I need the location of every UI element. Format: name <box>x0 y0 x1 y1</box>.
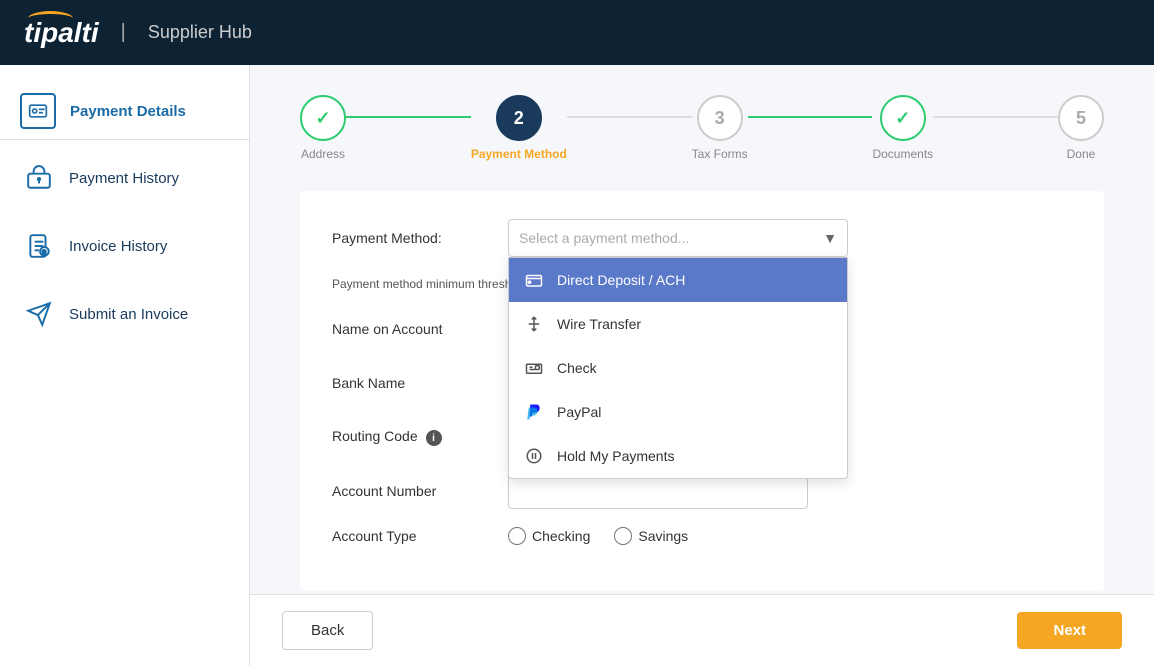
dropdown-placeholder: Select a payment method... <box>519 230 689 246</box>
header: tipalti | Supplier Hub <box>0 0 1154 65</box>
step-label-tax: Tax Forms <box>692 147 748 161</box>
back-button[interactable]: Back <box>282 611 373 650</box>
account-type-row: Account Type Checking Savings <box>332 527 1072 545</box>
step-line-2 <box>567 116 692 118</box>
hold-payments-icon <box>523 445 545 467</box>
main-content: Address 2 Payment Method 3 Tax Forms <box>250 65 1154 666</box>
logo-area: tipalti | Supplier Hub <box>24 17 252 49</box>
payment-details-icon <box>20 93 56 129</box>
check-payment-icon <box>523 357 545 379</box>
submit-invoice-icon <box>23 298 55 330</box>
check-icon-address <box>315 108 330 129</box>
main-layout: Payment Details Payment History <box>0 65 1154 666</box>
check-label: Check <box>557 360 597 376</box>
direct-deposit-label: Direct Deposit / ACH <box>557 272 685 288</box>
direct-deposit-icon <box>523 269 545 291</box>
paypal-icon <box>523 401 545 423</box>
savings-radio[interactable] <box>614 527 632 545</box>
dropdown-option-hold[interactable]: Hold My Payments <box>509 434 847 478</box>
check-icon-docs <box>895 108 910 129</box>
step-number-done: 5 <box>1076 108 1086 129</box>
dropdown-chevron-icon: ▼ <box>823 230 837 246</box>
savings-radio-label[interactable]: Savings <box>614 527 688 545</box>
next-button[interactable]: Next <box>1017 612 1122 649</box>
checking-radio-label[interactable]: Checking <box>508 527 590 545</box>
submit-invoice-label: Submit an Invoice <box>69 306 188 323</box>
bank-name-label: Bank Name <box>332 375 492 391</box>
header-subtitle: Supplier Hub <box>148 22 252 43</box>
dropdown-option-check[interactable]: Check <box>509 346 847 390</box>
sidebar-item-submit-invoice[interactable]: Submit an Invoice <box>0 280 249 348</box>
payment-method-label: Payment Method: <box>332 230 492 246</box>
checking-label: Checking <box>532 528 590 544</box>
sidebar-payment-details[interactable]: Payment Details <box>0 75 249 140</box>
sidebar-item-invoice-history[interactable]: $ Invoice History <box>0 212 249 280</box>
stepper: Address 2 Payment Method 3 Tax Forms <box>300 95 1104 161</box>
step-address: Address <box>300 95 346 161</box>
account-type-label: Account Type <box>332 528 492 544</box>
routing-code-info-icon[interactable]: i <box>426 430 442 446</box>
bottom-bar: Back Next <box>250 594 1154 666</box>
step-circle-tax: 3 <box>697 95 743 141</box>
name-on-account-label: Name on Account <box>332 321 492 337</box>
dropdown-menu: Direct Deposit / ACH <box>508 257 848 479</box>
step-label-address: Address <box>301 147 345 161</box>
logo-icon: tipalti <box>24 17 99 49</box>
wire-transfer-icon <box>523 313 545 335</box>
step-tax-forms: 3 Tax Forms <box>692 95 748 161</box>
dropdown-option-paypal[interactable]: PayPal <box>509 390 847 434</box>
payment-method-row: Payment Method: Select a payment method.… <box>332 219 1072 257</box>
payment-method-dropdown[interactable]: Select a payment method... ▼ <box>508 219 848 257</box>
dropdown-option-wire-transfer[interactable]: Wire Transfer <box>509 302 847 346</box>
form-section: Payment Method: Select a payment method.… <box>300 191 1104 591</box>
step-label-docs: Documents <box>872 147 933 161</box>
step-label-payment: Payment Method <box>471 147 567 161</box>
step-line-3 <box>748 116 873 118</box>
step-line-4 <box>933 116 1058 118</box>
payment-history-icon <box>23 162 55 194</box>
header-divider: | <box>121 21 126 44</box>
invoice-history-label: Invoice History <box>69 238 167 255</box>
step-payment-method: 2 Payment Method <box>471 95 567 161</box>
step-circle-payment: 2 <box>496 95 542 141</box>
savings-label: Savings <box>638 528 688 544</box>
step-label-done: Done <box>1067 147 1096 161</box>
step-number-tax: 3 <box>715 108 725 129</box>
step-done: 5 Done <box>1058 95 1104 161</box>
routing-code-label: Routing Code i <box>332 428 492 447</box>
logo-text: tipalti <box>24 17 99 48</box>
payment-details-label: Payment Details <box>70 103 186 120</box>
invoice-history-icon: $ <box>23 230 55 262</box>
payment-history-label: Payment History <box>69 170 179 187</box>
step-documents: Documents <box>872 95 933 161</box>
wire-transfer-label: Wire Transfer <box>557 316 641 332</box>
step-line-1 <box>346 116 471 118</box>
step-circle-docs <box>880 95 926 141</box>
payment-method-dropdown-wrapper: Select a payment method... ▼ <box>508 219 848 257</box>
checking-radio[interactable] <box>508 527 526 545</box>
hold-payments-label: Hold My Payments <box>557 448 674 464</box>
step-circle-done: 5 <box>1058 95 1104 141</box>
sidebar-item-payment-history[interactable]: Payment History <box>0 144 249 212</box>
svg-text:$: $ <box>42 250 46 257</box>
dropdown-option-direct-deposit[interactable]: Direct Deposit / ACH <box>509 258 847 302</box>
sidebar: Payment Details Payment History <box>0 65 250 666</box>
account-type-radio-group: Checking Savings <box>508 527 688 545</box>
step-number-payment: 2 <box>514 108 524 129</box>
step-circle-address <box>300 95 346 141</box>
account-number-label: Account Number <box>332 483 492 499</box>
paypal-label: PayPal <box>557 404 601 420</box>
